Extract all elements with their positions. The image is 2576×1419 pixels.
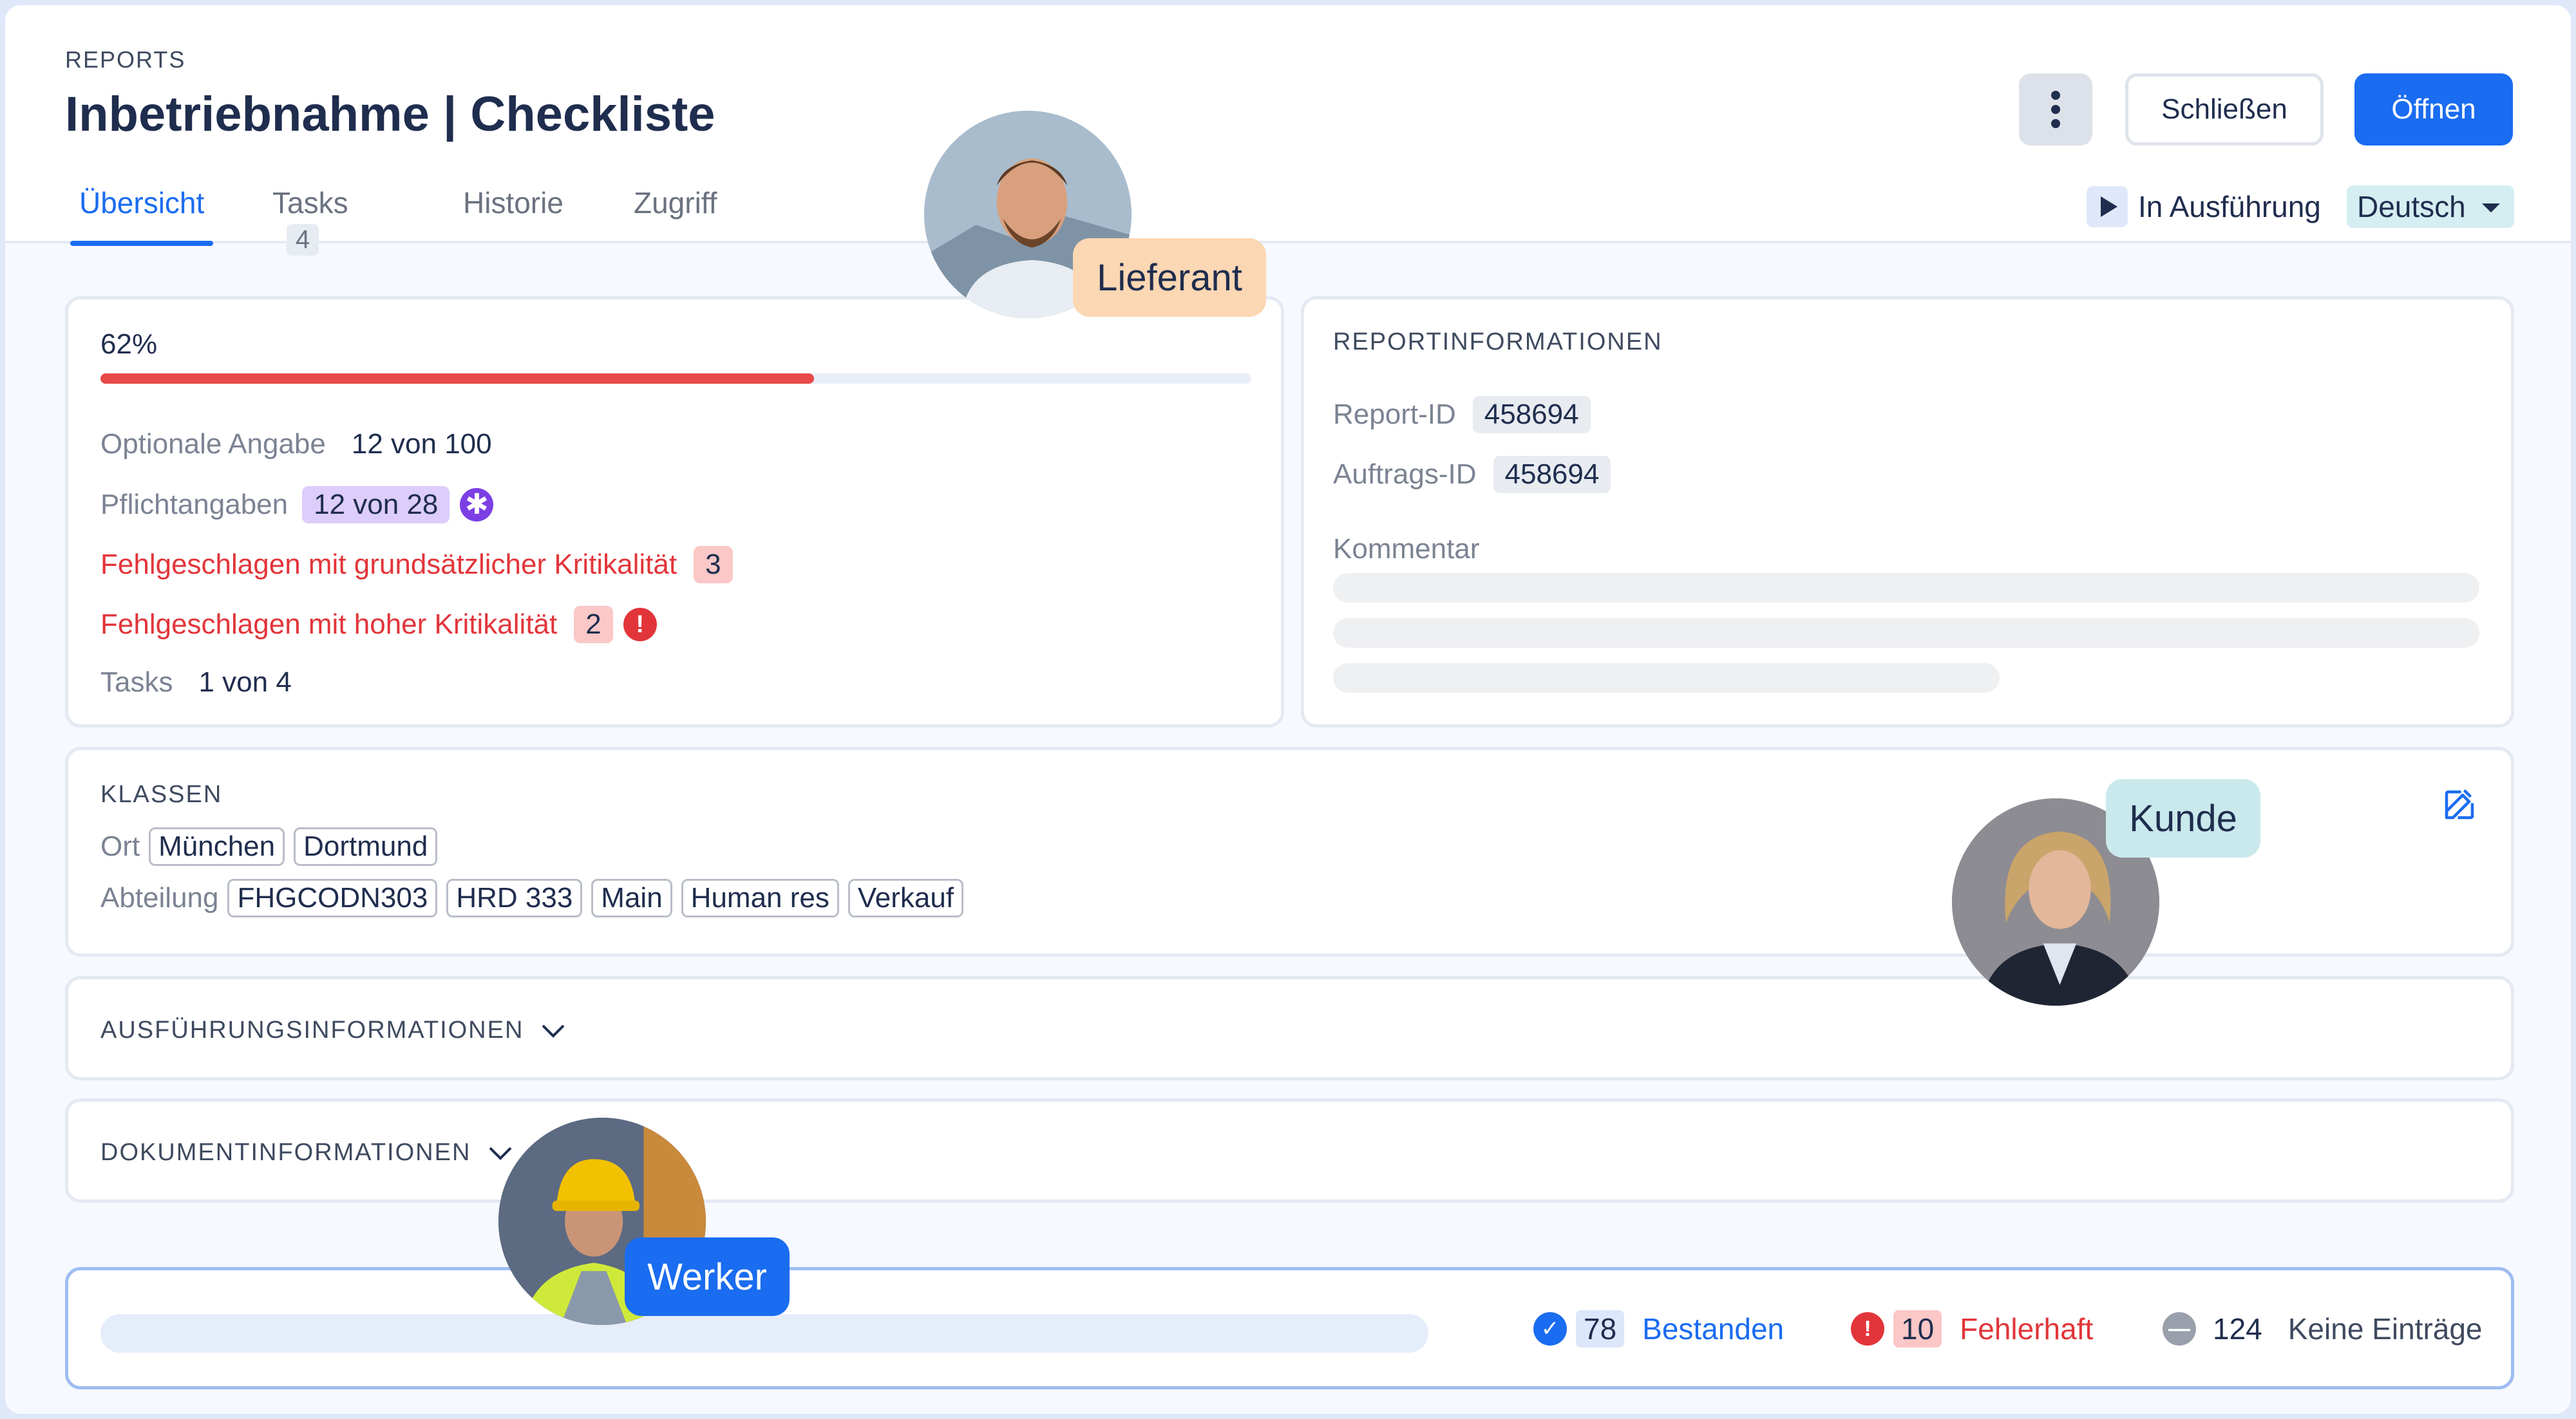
execution-info-header[interactable]: AUSFÜHRUNGSINFORMATIONEN: [100, 1017, 566, 1044]
required-row: Pflichtangaben 12 von 28 ✱: [100, 486, 494, 523]
status-indicator: In Ausführung: [2087, 184, 2321, 229]
edit-icon[interactable]: [2440, 785, 2479, 824]
report-id-row: Report-ID 458694: [1333, 396, 1591, 433]
chevron-down-icon: [2482, 203, 2500, 212]
document-info-header[interactable]: DOKUMENTINFORMATIONEN: [100, 1139, 513, 1167]
passed-count: 78: [1576, 1310, 1625, 1348]
tab-label: Zugriff: [634, 186, 717, 220]
failed-high-label: Fehlgeschlagen mit hoher Kritikalität: [100, 608, 558, 640]
tab-tasks[interactable]: Tasks 4: [272, 185, 348, 256]
tab-history[interactable]: Historie: [463, 185, 564, 243]
progress-card: 62% Optionale Angabe 12 von 100 Pflichta…: [65, 296, 1284, 728]
supplier-badge: Lieferant: [1073, 238, 1266, 317]
open-button[interactable]: Öffnen: [2354, 73, 2513, 146]
empty-label: Keine Einträge: [2287, 1312, 2483, 1346]
classes-title: KLASSEN: [100, 781, 223, 808]
department-row: Abteilung FHGCODN303 HRD 333 Main Human …: [100, 879, 964, 917]
department-tag[interactable]: FHGCODN303: [227, 879, 438, 917]
tasks-value: 1 von 4: [198, 666, 292, 698]
failed-high-count: 2: [574, 606, 613, 643]
close-button[interactable]: Schließen: [2125, 73, 2324, 146]
tasks-label: Tasks: [100, 666, 173, 698]
asterisk-icon: ✱: [460, 488, 494, 522]
check-circle-icon: ✓: [1533, 1312, 1567, 1346]
empty-stat[interactable]: — 124 Keine Einträge: [2163, 1310, 2483, 1348]
passed-stat[interactable]: ✓ 78 Bestanden: [1533, 1310, 1784, 1348]
tab-label: Historie: [463, 186, 564, 220]
status-label: In Ausführung: [2138, 190, 2321, 223]
page-title: Inbetriebnahme | Checkliste: [65, 87, 715, 142]
results-bar: [100, 1314, 1428, 1353]
play-icon: [2087, 186, 2128, 227]
chevron-down-icon: [542, 1024, 565, 1038]
header: REPORTS Inbetriebnahme | Checkliste Schl…: [5, 5, 2571, 256]
more-options-button[interactable]: [2019, 73, 2092, 146]
progress-bar: [100, 373, 1251, 384]
empty-count: 124: [2213, 1312, 2262, 1346]
comment-skeleton-line: [1333, 618, 2479, 648]
alert-icon: !: [623, 608, 657, 641]
required-value: 12 von 28: [302, 486, 450, 523]
progress-percent: 62%: [100, 328, 158, 360]
required-label: Pflichtangaben: [100, 489, 289, 520]
tab-overview[interactable]: Übersicht: [70, 185, 214, 246]
progress-bar-fill: [100, 373, 814, 384]
tasks-row: Tasks 1 von 4: [100, 666, 292, 699]
location-tag[interactable]: Dortmund: [294, 827, 438, 866]
passed-label: Bestanden: [1642, 1312, 1785, 1346]
department-label: Abteilung: [100, 882, 219, 914]
document-info-section[interactable]: DOKUMENTINFORMATIONEN: [65, 1098, 2514, 1203]
optional-row: Optionale Angabe 12 von 100: [100, 428, 492, 460]
failed-count: 10: [1893, 1310, 1942, 1348]
breadcrumb: REPORTS: [65, 46, 186, 73]
location-row: Ort München Dortmund: [100, 827, 438, 866]
comment-label: Kommentar: [1333, 533, 1480, 565]
failed-stat[interactable]: ! 10 Fehlerhaft: [1851, 1310, 2093, 1348]
minus-circle-icon: —: [2163, 1312, 2196, 1346]
optional-value: 12 von 100: [351, 428, 492, 460]
order-id-row: Auftrags-ID 458694: [1333, 456, 1611, 493]
worker-badge: Werker: [625, 1237, 790, 1316]
location-label: Ort: [100, 831, 140, 862]
failed-basic-row[interactable]: Fehlgeschlagen mit grundsätzlicher Kriti…: [100, 546, 733, 583]
alert-icon: !: [1851, 1312, 1884, 1346]
report-info-card: REPORTINFORMATIONEN Report-ID 458694 Auf…: [1301, 296, 2514, 728]
department-tag[interactable]: Human res: [681, 879, 839, 917]
results-summary: ✓ 78 Bestanden ! 10 Fehlerhaft — 124 Kei…: [65, 1267, 2514, 1389]
execution-info-section[interactable]: AUSFÜHRUNGSINFORMATIONEN: [65, 976, 2514, 1080]
failed-label: Fehlerhaft: [1960, 1312, 2094, 1346]
report-id-label: Report-ID: [1333, 399, 1456, 430]
language-value: Deutsch: [2357, 190, 2466, 223]
chevron-down-icon: [489, 1147, 512, 1160]
tab-label: Tasks: [272, 186, 348, 220]
document-info-title: DOKUMENTINFORMATIONEN: [100, 1139, 471, 1166]
department-tag[interactable]: Main: [591, 879, 672, 917]
order-id-label: Auftrags-ID: [1333, 458, 1477, 490]
order-id-value: 458694: [1493, 456, 1611, 493]
more-vertical-icon: [2051, 88, 2060, 131]
report-id-value: 458694: [1472, 396, 1591, 433]
language-select[interactable]: Deutsch: [2347, 185, 2514, 228]
failed-basic-label: Fehlgeschlagen mit grundsätzlicher Kriti…: [100, 549, 677, 580]
report-window: REPORTS Inbetriebnahme | Checkliste Schl…: [5, 5, 2571, 1414]
tab-access[interactable]: Zugriff: [634, 185, 717, 243]
comment-row: Kommentar: [1333, 533, 1479, 565]
department-tag[interactable]: Verkauf: [848, 879, 964, 917]
tab-count-badge: 4: [287, 224, 319, 256]
failed-basic-count: 3: [694, 546, 733, 583]
execution-info-title: AUSFÜHRUNGSINFORMATIONEN: [100, 1017, 524, 1044]
department-tag[interactable]: HRD 333: [446, 879, 583, 917]
comment-skeleton-line: [1333, 573, 2479, 603]
failed-high-row[interactable]: Fehlgeschlagen mit hoher Kritikalität 2 …: [100, 606, 657, 643]
location-tag[interactable]: München: [149, 827, 285, 866]
customer-badge: Kunde: [2106, 779, 2260, 858]
report-info-title: REPORTINFORMATIONEN: [1333, 328, 1663, 355]
optional-label: Optionale Angabe: [100, 428, 326, 460]
comment-skeleton-line: [1333, 663, 2000, 693]
tab-label: Übersicht: [79, 186, 205, 220]
